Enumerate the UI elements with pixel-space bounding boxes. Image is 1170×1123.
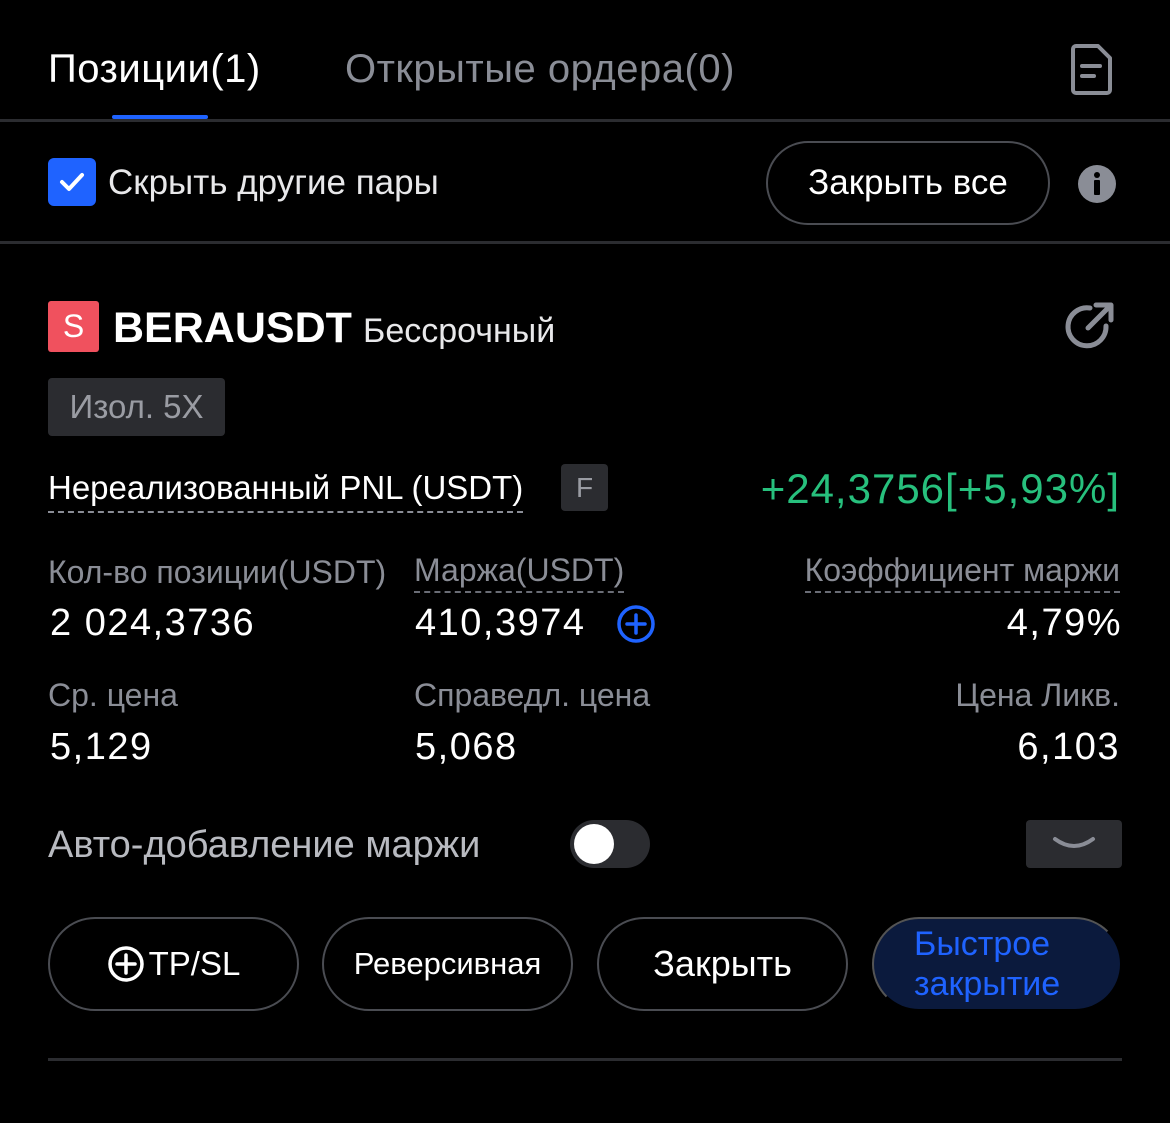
tabs-bar: Позиции(1) Открытые ордера(0) xyxy=(0,0,1170,122)
liquidation-price-label: Цена Ликв. xyxy=(955,677,1120,713)
checkmark-icon xyxy=(60,173,84,191)
document-icon[interactable] xyxy=(1068,42,1116,96)
short-side-badge: S xyxy=(48,301,99,352)
tab-open-orders[interactable]: Открытые ордера(0) xyxy=(345,44,735,94)
plus-circle-icon xyxy=(107,946,144,982)
contract-type: Бессрочный xyxy=(363,312,556,350)
divider xyxy=(48,1058,1122,1061)
margin-label[interactable]: Маржа(USDT) xyxy=(414,550,625,593)
position-size-value: 2 024,3736 xyxy=(50,602,256,644)
auto-add-margin-label: Авто-добавление маржи xyxy=(48,824,481,866)
margin-value: 410,3974 xyxy=(415,602,586,644)
tpsl-button-label: TP/SL xyxy=(148,945,241,982)
position-symbol[interactable]: BERAUSDT xyxy=(113,302,352,354)
chevron-down-icon xyxy=(1053,837,1095,848)
fair-price-value: 5,068 xyxy=(415,726,518,768)
quick-close-button[interactable]: Быстрое закрытие xyxy=(872,917,1122,1011)
share-icon[interactable] xyxy=(1060,298,1118,356)
pnl-mode-chip[interactable]: F xyxy=(561,464,608,511)
liquidation-price-value: 6,103 xyxy=(1017,726,1120,768)
margin-ratio-label[interactable]: Коэффициент маржи xyxy=(804,550,1120,593)
unrealized-pnl-value: +24,3756[+5,93%] xyxy=(760,465,1120,512)
toggle-knob xyxy=(574,824,614,864)
tab-positions[interactable]: Позиции(1) xyxy=(48,44,261,94)
unrealized-pnl-label[interactable]: Нереализованный PNL (USDT) xyxy=(48,468,524,513)
close-all-button[interactable]: Закрыть все xyxy=(766,141,1050,225)
position-size-label: Кол-во позиции(USDT) xyxy=(48,554,387,590)
positions-panel: Позиции(1) Открытые ордера(0) Скрыть дру… xyxy=(0,0,1170,1123)
leverage-chip[interactable]: Изол. 5X xyxy=(48,378,225,436)
reverse-button[interactable]: Реверсивная xyxy=(322,917,573,1011)
info-icon[interactable] xyxy=(1077,164,1117,204)
avg-price-label: Ср. цена xyxy=(48,677,178,713)
auto-add-margin-toggle[interactable] xyxy=(570,820,650,868)
tpsl-button[interactable]: TP/SL xyxy=(48,917,299,1011)
margin-ratio-value: 4,79% xyxy=(1006,602,1122,644)
avg-price-value: 5,129 xyxy=(50,726,153,768)
expand-details-button[interactable] xyxy=(1026,820,1122,868)
fair-price-label: Справедл. цена xyxy=(414,677,651,713)
filter-row: Скрыть другие пары Закрыть все xyxy=(0,122,1170,244)
close-position-button[interactable]: Закрыть xyxy=(597,917,848,1011)
add-margin-icon[interactable] xyxy=(616,604,656,644)
quick-close-label: Быстрое закрытие xyxy=(914,925,1061,1003)
active-tab-indicator xyxy=(112,115,208,119)
hide-other-pairs-checkbox[interactable] xyxy=(48,158,96,206)
hide-other-pairs-label[interactable]: Скрыть другие пары xyxy=(108,162,439,204)
